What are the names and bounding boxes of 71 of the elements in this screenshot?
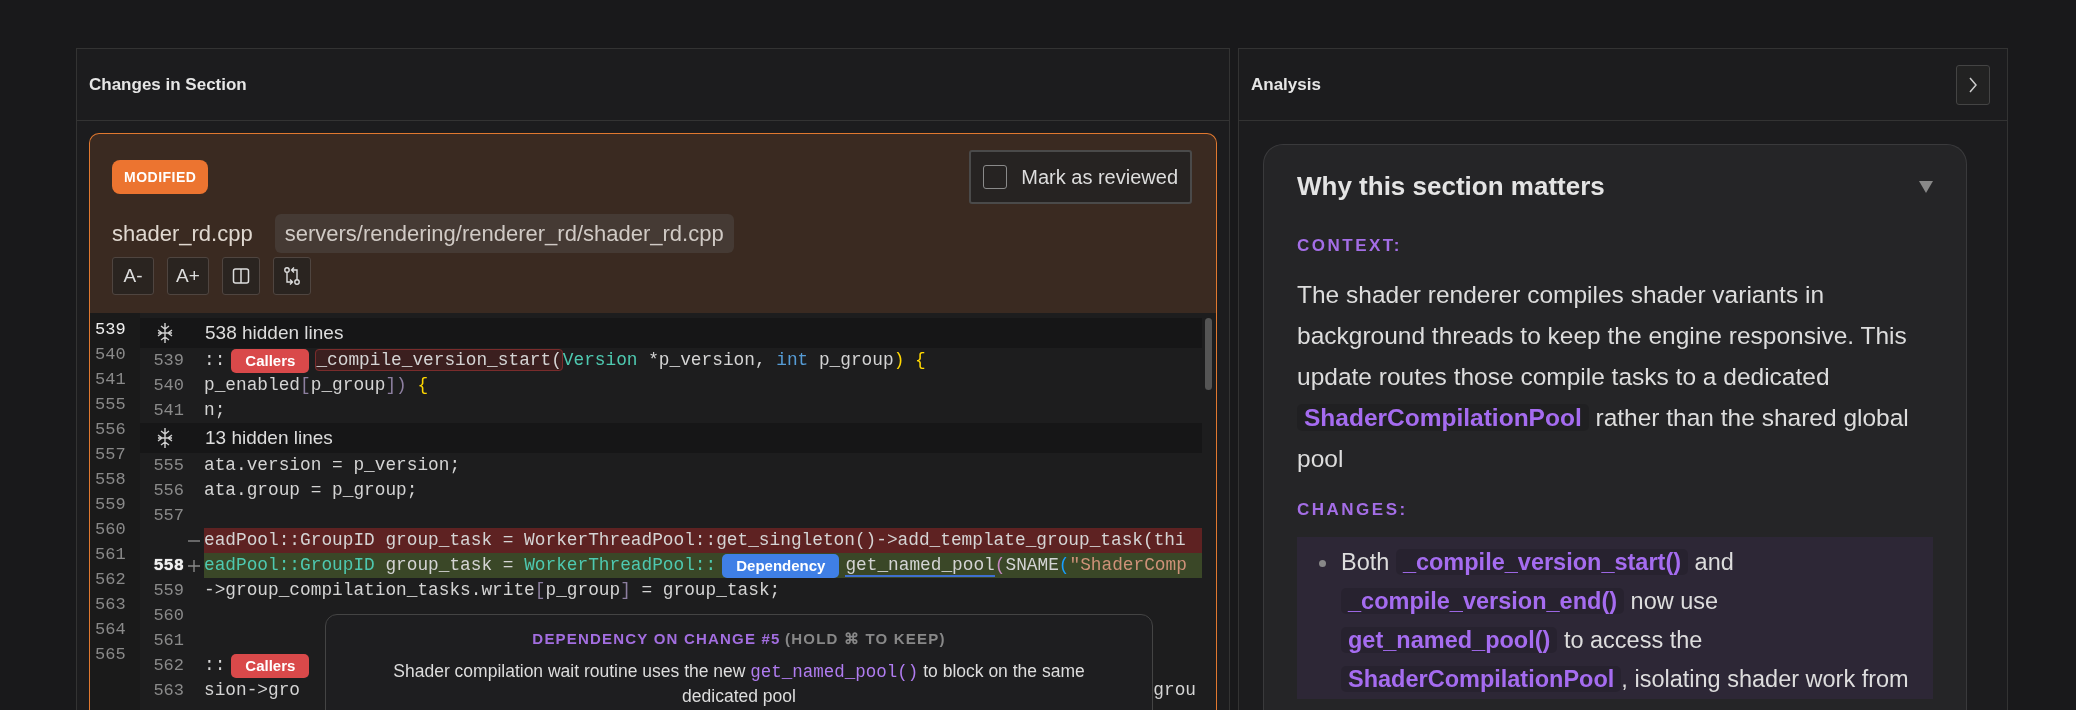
- code-text: ata.group = p_group;: [204, 479, 418, 503]
- line-number: 558: [94, 469, 127, 491]
- line-number: 560: [94, 519, 127, 541]
- code-text: n;: [204, 399, 226, 423]
- scrollbar-thumb[interactable]: [1205, 318, 1212, 390]
- hidden-lines-row[interactable]: 13 hidden lines: [140, 423, 1202, 453]
- callers-badge[interactable]: Callers: [231, 348, 310, 373]
- code-text: ::: [204, 654, 226, 678]
- panel-title: Changes in Section: [89, 73, 247, 96]
- code-text: eadPool::GroupID group_task = WorkerThreadPool::: [204, 554, 717, 578]
- section-heading: CONTEXT:: [1297, 235, 1403, 257]
- panel-title: Analysis: [1251, 73, 1321, 96]
- code-text: ata.version = p_version;: [204, 454, 461, 478]
- line-number: 556: [152, 479, 184, 502]
- file-path: servers/rendering/renderer_rd/shader_rd.cpp: [274, 214, 734, 253]
- line-number: 555: [94, 394, 127, 416]
- font-size-button[interactable]: A+: [167, 257, 209, 295]
- line-number: 557: [152, 504, 184, 527]
- line-number: 559: [152, 579, 184, 602]
- line-number: 563: [152, 679, 184, 702]
- code-text: get_named_pool(SNAME("ShaderComp: [845, 554, 1187, 579]
- code-text: ->group_compilation_tasks.write[p_group] = group_task;: [204, 579, 781, 603]
- line-number: 541: [152, 399, 184, 422]
- chevron-right-icon[interactable]: [1968, 76, 1978, 93]
- code-text: _compile_version_start(Version *p_version, int p_group) {: [315, 348, 926, 374]
- code-text: eadPool::GroupID group_task = WorkerThreadPool::get_singleton()->add_template_group_task(thi: [204, 529, 1186, 553]
- section-text: The shader renderer compiles shader variants in background threads to keep the engine responsive. This update routes those compile tasks to a dedicated ShaderCompilationPool rather than the shared global pool: [1297, 279, 1910, 474]
- line-number: 561: [94, 544, 127, 566]
- plus-icon: [188, 559, 200, 572]
- line-number: 539: [94, 319, 127, 341]
- compare-icon[interactable]: [283, 266, 301, 286]
- file-name: shader_rd.cpp: [112, 220, 253, 248]
- expand-icon: [155, 322, 175, 344]
- dependency-badge[interactable]: Dependency: [722, 553, 840, 578]
- hidden-lines-row[interactable]: 538 hidden lines: [140, 318, 1202, 348]
- caret-icon[interactable]: [1919, 179, 1933, 194]
- code-text: ::: [204, 349, 226, 373]
- hidden-lines-label: 538 hidden lines: [205, 320, 344, 345]
- callers-badge[interactable]: Callers: [231, 653, 310, 678]
- hidden-lines-label: 13 hidden lines: [205, 425, 333, 450]
- font-size-button[interactable]: A-: [112, 257, 154, 295]
- line-number: 560: [152, 604, 184, 627]
- card-title: Why this section matters: [1297, 170, 1605, 203]
- line-number: 559: [94, 494, 127, 516]
- line-number: 555: [152, 454, 184, 477]
- list-item-text: Both _compile_version_start() and _compile_version_end() now use get_named_pool() to access the ShaderCompilationPool, isolating shader work from: [1341, 548, 1910, 694]
- line-number: 539: [152, 349, 184, 372]
- status-badge: MODIFIED: [112, 160, 209, 194]
- section-heading: CHANGES:: [1297, 498, 1409, 521]
- mark-reviewed-checkbox[interactable]: Mark as reviewed: [969, 150, 1192, 204]
- bullet-icon: [1319, 560, 1326, 567]
- tooltip-hint: (HOLD ⌘ TO KEEP): [785, 630, 946, 647]
- code-text: p_enabled[p_group]) {: [204, 374, 429, 398]
- line-number: 563: [94, 594, 127, 616]
- line-number: 562: [94, 569, 127, 591]
- expand-icon: [155, 427, 175, 449]
- code-text: sion->gro: [204, 679, 301, 703]
- columns-icon[interactable]: [232, 267, 250, 285]
- line-number: 540: [152, 374, 184, 397]
- tooltip-text: Shader compilation wait routine uses the new get_named_pool() to block on the same dedicated pool: [392, 660, 1086, 708]
- code-text: grou: [1153, 679, 1197, 703]
- line-number: 562: [152, 654, 184, 677]
- line-number: 540: [94, 344, 127, 366]
- tooltip-title: DEPENDENCY ON CHANGE #5: [532, 630, 781, 647]
- line-number: 564: [94, 619, 127, 641]
- line-number: 558: [152, 554, 184, 577]
- line-number: 541: [94, 369, 127, 391]
- line-number: 565: [94, 644, 127, 666]
- line-number: 557: [94, 444, 127, 466]
- line-number: 556: [94, 419, 127, 441]
- line-number: 561: [152, 629, 184, 652]
